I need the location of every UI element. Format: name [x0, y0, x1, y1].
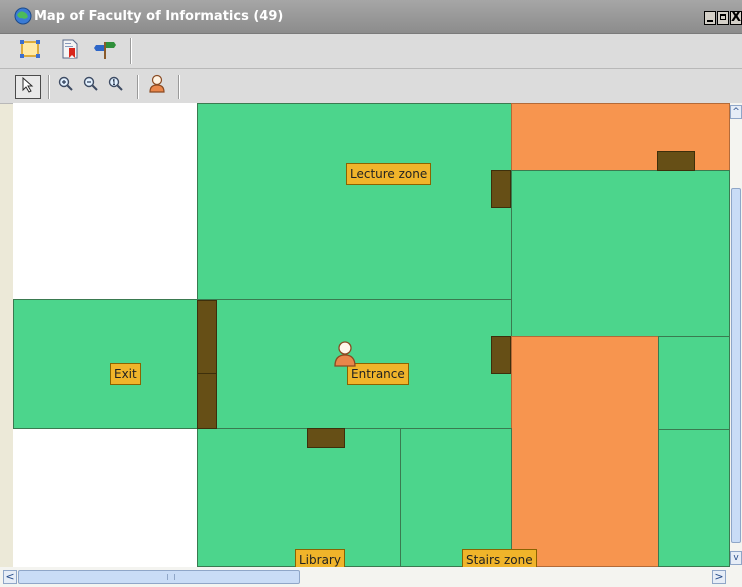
fit-to-window-button[interactable]	[18, 40, 42, 62]
zoom-out-icon	[83, 76, 99, 96]
horizontal-scrollbar[interactable]: < >	[0, 567, 742, 587]
scroll-down-button[interactable]: v	[730, 551, 742, 565]
door[interactable]	[197, 373, 217, 429]
map-tools-toolbar	[0, 69, 742, 104]
zone-far-right-lower[interactable]	[658, 429, 730, 567]
person-marker[interactable]	[333, 340, 357, 368]
toolbar-separator	[137, 75, 139, 99]
window-titlebar[interactable]: Map of Faculty of Informatics (49) X	[0, 0, 742, 34]
zone-label-exit: Exit	[110, 363, 141, 385]
maximize-button[interactable]	[717, 11, 729, 25]
minimize-button[interactable]	[704, 11, 716, 25]
chevron-down-icon: v	[733, 553, 739, 563]
window-controls: X	[703, 11, 742, 25]
zone-label-lecture: Lecture zone	[346, 163, 432, 185]
chevron-up-icon: ^	[732, 107, 740, 117]
zone-far-right-upper[interactable]	[658, 336, 730, 430]
zoom-out-button[interactable]	[81, 76, 101, 96]
window-title: Map of Faculty of Informatics (49)	[34, 9, 284, 24]
door[interactable]	[491, 170, 511, 208]
zone-restricted-top[interactable]	[511, 103, 730, 171]
signpost-icon	[93, 39, 117, 63]
main-toolbar	[0, 34, 742, 69]
close-button[interactable]: X	[730, 11, 742, 25]
zone-label-stairs: Stairs zone	[462, 549, 537, 567]
app-icon	[14, 7, 32, 25]
pointer-arrow-icon	[21, 76, 35, 97]
toolbar-separator	[178, 75, 180, 99]
scroll-left-button[interactable]: <	[3, 570, 17, 584]
vertical-scroll-thumb[interactable]	[731, 188, 741, 543]
toolbar-separator	[48, 75, 50, 99]
document-bookmark-button[interactable]	[58, 39, 82, 63]
pointer-tool-button[interactable]	[15, 75, 41, 99]
scroll-right-button[interactable]: >	[712, 570, 726, 584]
chevron-left-icon: <	[5, 570, 15, 583]
zoom-in-icon	[58, 76, 74, 96]
toolbar-separator	[130, 38, 132, 64]
scroll-grip	[167, 574, 175, 580]
zone-library[interactable]	[197, 428, 401, 567]
person-icon	[148, 74, 166, 98]
signpost-button[interactable]	[92, 40, 118, 62]
zone-restricted-right[interactable]	[511, 336, 659, 567]
door[interactable]	[657, 151, 695, 171]
zoom-in-button[interactable]	[56, 76, 76, 96]
zone-stairs[interactable]	[400, 428, 512, 567]
door[interactable]	[307, 428, 345, 448]
zone-lecture[interactable]	[197, 103, 512, 300]
zone-right-corridor[interactable]	[511, 170, 730, 337]
scroll-up-button[interactable]: ^	[730, 105, 742, 119]
add-person-button[interactable]	[146, 74, 168, 98]
map-canvas[interactable]: Lecture zone Entrance Exit Library Stair…	[13, 103, 730, 567]
door[interactable]	[491, 336, 511, 374]
person-icon	[333, 341, 357, 372]
zoom-reset-button[interactable]	[106, 76, 126, 96]
document-bookmark-icon	[60, 39, 80, 63]
fit-to-window-icon	[19, 39, 41, 63]
zone-exit[interactable]	[13, 299, 199, 429]
horizontal-scroll-thumb[interactable]	[18, 570, 300, 584]
zone-label-library: Library	[295, 549, 345, 567]
vertical-scrollbar[interactable]: ^ v	[730, 103, 742, 567]
zoom-reset-icon	[108, 76, 124, 96]
door[interactable]	[197, 300, 217, 374]
chevron-right-icon: >	[714, 570, 724, 583]
